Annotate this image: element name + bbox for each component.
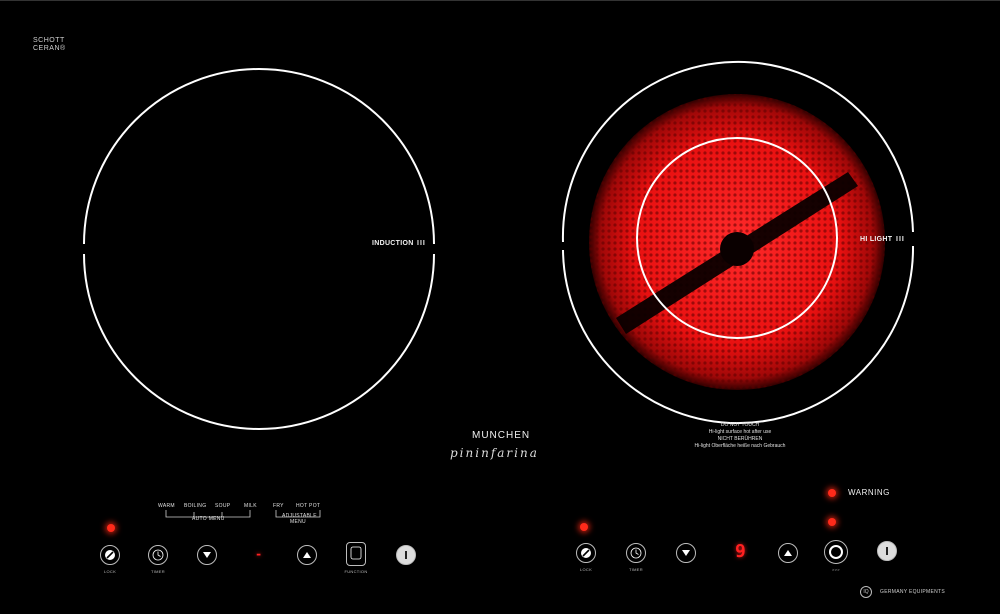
power-icon <box>886 547 888 555</box>
left-lock-led <box>107 524 115 532</box>
ceran-text: CERAN® <box>33 45 66 52</box>
warning-label: WARNING <box>848 488 890 497</box>
clock-icon <box>152 549 164 561</box>
warning-led <box>828 489 836 497</box>
schott-text: SCHOTT <box>33 37 65 44</box>
warning-line: DO NOT TOUCH <box>720 422 760 428</box>
right-decrease-button[interactable] <box>676 543 696 563</box>
triangle-down-icon <box>203 552 211 558</box>
boost-button[interactable] <box>824 540 848 564</box>
lock-icon <box>105 550 115 560</box>
menu-milk[interactable]: MILK <box>244 503 257 509</box>
left-power-button[interactable] <box>396 545 416 565</box>
induction-label: INDUCTION <box>372 240 414 247</box>
left-decrease-button[interactable] <box>197 545 217 565</box>
right-lock-label: LOCK <box>579 567 593 572</box>
warning-line: NICHT BERÜHREN <box>717 436 763 442</box>
left-lock-button[interactable] <box>100 545 120 565</box>
right-power-display: 9 <box>735 541 746 562</box>
auto-menu-label: AUTO MENU <box>192 516 225 522</box>
left-increase-button[interactable] <box>297 545 317 565</box>
hilight-label: HI LIGHT <box>860 236 893 243</box>
induction-ring <box>83 68 435 430</box>
triangle-down-icon <box>682 550 690 556</box>
right-increase-button[interactable] <box>778 543 798 563</box>
menu-boiling[interactable]: BOILING <box>184 503 206 509</box>
hilight-burner <box>589 94 885 390</box>
triangle-up-icon <box>303 552 311 558</box>
right-power-button[interactable] <box>877 541 897 561</box>
right-lock-led <box>580 523 588 531</box>
menu-warm[interactable]: WARM <box>158 503 175 509</box>
boost-led <box>828 518 836 526</box>
boost-label: >>> <box>832 567 840 572</box>
right-timer-button[interactable] <box>626 543 646 563</box>
right-timer-label: TIMER <box>629 567 643 572</box>
hot-surface-warning: DO NOT TOUCH Hi-light surface hot after … <box>680 422 800 450</box>
iq-logo: IQ <box>860 586 872 598</box>
pininfarina-brand: pininfarina <box>450 446 539 460</box>
schott-ceran-logo: SCHOTT CERAN® <box>33 37 66 53</box>
right-lock-button[interactable] <box>576 543 596 563</box>
left-timer-label: TIMER <box>151 569 165 574</box>
power-icon <box>405 551 407 559</box>
function-button[interactable] <box>346 542 366 566</box>
menu-fry[interactable]: FRY <box>273 503 284 509</box>
cooktop-surface <box>0 0 1000 518</box>
left-timer-button[interactable] <box>148 545 168 565</box>
menu-soup[interactable]: SOUP <box>215 503 230 509</box>
adjustable-menu-label: MENU <box>290 519 306 525</box>
function-icon <box>350 546 362 560</box>
left-lock-label: LOCK <box>103 569 117 574</box>
triangle-up-icon <box>784 550 792 556</box>
induction-power-bars: III <box>417 240 426 247</box>
hilight-power-bars: III <box>896 236 905 243</box>
lock-icon <box>581 548 591 558</box>
company-name: GERMANY EQUIPMENTS <box>880 589 946 595</box>
function-label: FUNCTION <box>344 569 368 574</box>
warning-line: Hi-light Oberfläche heiße nach Gebrauch <box>694 443 786 449</box>
left-power-display: - <box>255 547 263 561</box>
clock-icon <box>630 547 642 559</box>
menu-hot-pot[interactable]: HOT POT <box>296 503 320 509</box>
munchen-brand: MUNCHEN <box>472 430 531 441</box>
ring-icon <box>829 545 843 559</box>
warning-line: Hi-light surface hot after use <box>708 429 772 435</box>
